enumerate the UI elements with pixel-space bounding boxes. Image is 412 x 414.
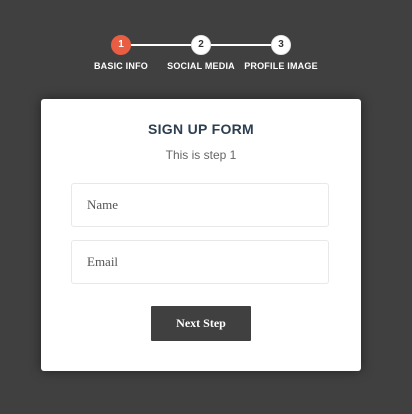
step-profile-image: 3 PROFILE IMAGE: [221, 35, 341, 71]
page-background: 1 BASIC INFO 2 SOCIAL MEDIA 3 PROFILE IM…: [0, 0, 412, 414]
step-label: PROFILE IMAGE: [244, 61, 318, 71]
next-step-button[interactable]: Next Step: [151, 306, 251, 341]
step-number-badge: 3: [271, 35, 291, 55]
name-input[interactable]: [71, 183, 329, 227]
progress-stepper: 1 BASIC INFO 2 SOCIAL MEDIA 3 PROFILE IM…: [0, 35, 412, 75]
step-number-badge: 1: [111, 35, 131, 55]
form-subtitle: This is step 1: [165, 148, 237, 162]
email-input[interactable]: [71, 240, 329, 284]
form-title: SIGN UP FORM: [147, 121, 255, 137]
step-number-badge: 2: [191, 35, 211, 55]
signup-form-card: SIGN UP FORM This is step 1 Next Step: [41, 99, 361, 371]
